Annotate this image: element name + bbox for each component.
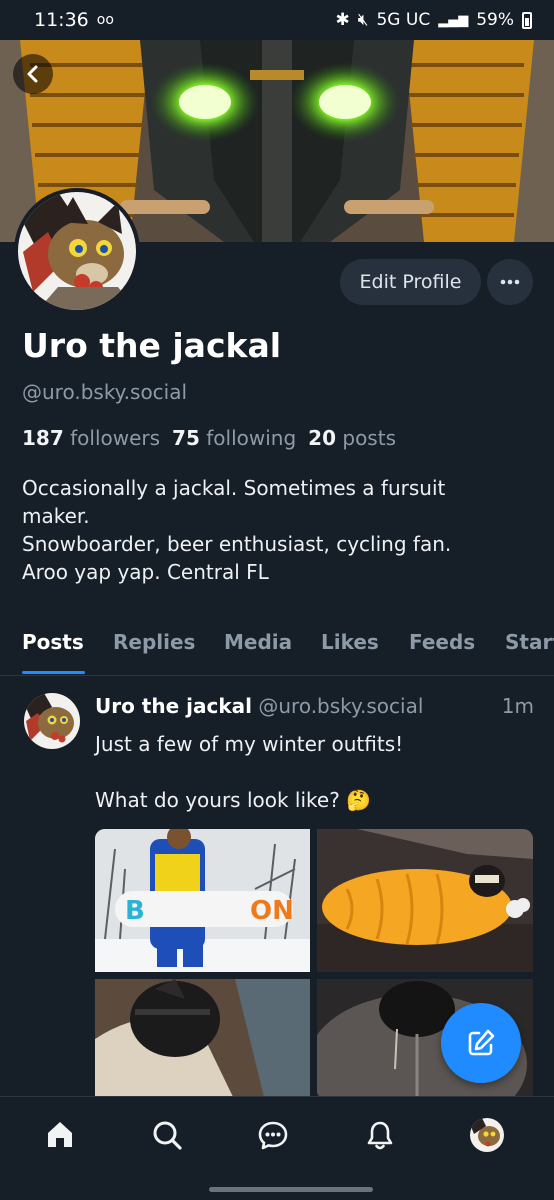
svg-text:B: B (125, 896, 145, 926)
post-text-line: Just a few of my winter outfits! (95, 732, 404, 756)
post-author-handle[interactable]: @uro.bsky.social (258, 694, 423, 718)
followers-stat[interactable]: 187 followers (22, 426, 160, 450)
profile-avatar[interactable] (14, 188, 140, 314)
status-time: 11:36 (34, 9, 89, 31)
bio-line: maker. (22, 504, 90, 528)
battery-icon (522, 11, 532, 29)
followers-count: 187 (22, 426, 64, 450)
back-button[interactable] (13, 54, 53, 94)
nav-profile[interactable] (467, 1115, 507, 1155)
bio-line: Aroo yap yap. Central FL (22, 560, 269, 584)
home-icon (48, 1122, 72, 1147)
orange-jacket-photo (317, 829, 533, 972)
active-tab-indicator (22, 671, 85, 674)
post-timestamp: 1m (501, 694, 534, 718)
profile-bio: Occasionally a jackal. Sometimes a fursu… (22, 474, 532, 586)
bottom-navigation (0, 1096, 554, 1200)
chat-icon (258, 1121, 288, 1150)
nav-search[interactable] (147, 1115, 187, 1155)
following-label: following (206, 426, 297, 450)
nav-notifications[interactable] (360, 1115, 400, 1155)
signal-icon: ▂▄▆ (438, 12, 469, 28)
following-stat[interactable]: 75 following (172, 426, 296, 450)
network-label: 5G UC (376, 10, 431, 30)
bio-line: Snowboarder, beer enthusiast, cycling fa… (22, 532, 452, 556)
ellipsis-icon (500, 279, 520, 285)
bluetooth-icon: ✱ (335, 10, 350, 30)
post-image-snowboarder[interactable]: B ON (95, 829, 310, 972)
followers-label: followers (70, 426, 161, 450)
post-image-orange-jacket[interactable] (317, 829, 533, 972)
display-name: Uro the jackal (22, 326, 282, 365)
nav-chat[interactable] (253, 1115, 293, 1155)
home-indicator[interactable] (209, 1187, 373, 1192)
posts-label: posts (342, 426, 396, 450)
jackal-avatar-art (18, 192, 136, 310)
bell-icon (367, 1121, 393, 1150)
svg-text:ON: ON (250, 896, 294, 926)
posts-stat: 20 posts (308, 426, 396, 450)
profile-handle: @uro.bsky.social (22, 380, 188, 404)
compose-icon (468, 1029, 495, 1056)
more-options-button[interactable] (487, 259, 533, 305)
post-text-line: What do yours look like? 🤔 (95, 788, 372, 812)
jackal-avatar-art (24, 693, 80, 749)
bio-line: Occasionally a jackal. Sometimes a fursu… (22, 476, 446, 500)
tab-replies[interactable]: Replies (113, 630, 195, 654)
post-text: Just a few of my winter outfits! What do… (95, 730, 403, 814)
post-header: Uro the jackal @uro.bsky.social (95, 694, 423, 718)
post-author-avatar[interactable] (24, 693, 80, 749)
jackal-avatar-art (470, 1118, 504, 1152)
profile-stats: 187 followers 75 following 20 posts (22, 426, 396, 450)
battery-label: 59% (476, 10, 514, 30)
following-count: 75 (172, 426, 200, 450)
tab-likes[interactable]: Likes (321, 630, 379, 654)
post-image-hood-mask[interactable] (95, 979, 310, 1101)
hood-mask-photo (95, 979, 310, 1101)
snowboarder-photo: B ON (95, 829, 310, 972)
profile-avatar-small (470, 1118, 504, 1152)
nav-home[interactable] (40, 1115, 80, 1155)
tab-starter-packs[interactable]: Start (505, 630, 554, 654)
voicemail-icon: oo (96, 12, 114, 28)
chevron-left-icon (27, 65, 38, 83)
status-bar: 11:36 oo ✱ 🔇︎ 5G UC ▂▄▆ 59% (0, 0, 554, 40)
compose-post-button[interactable] (441, 1003, 521, 1083)
mute-icon: 🔇︎ (357, 10, 369, 30)
profile-tabs: Posts Replies Media Likes Feeds Start (0, 616, 554, 676)
tab-posts[interactable]: Posts (22, 630, 84, 654)
edit-profile-button[interactable]: Edit Profile (340, 259, 481, 305)
post-author-name[interactable]: Uro the jackal (95, 694, 252, 718)
search-icon (153, 1121, 182, 1150)
tab-media[interactable]: Media (224, 630, 292, 654)
posts-count: 20 (308, 426, 337, 450)
tab-feeds[interactable]: Feeds (409, 630, 475, 654)
